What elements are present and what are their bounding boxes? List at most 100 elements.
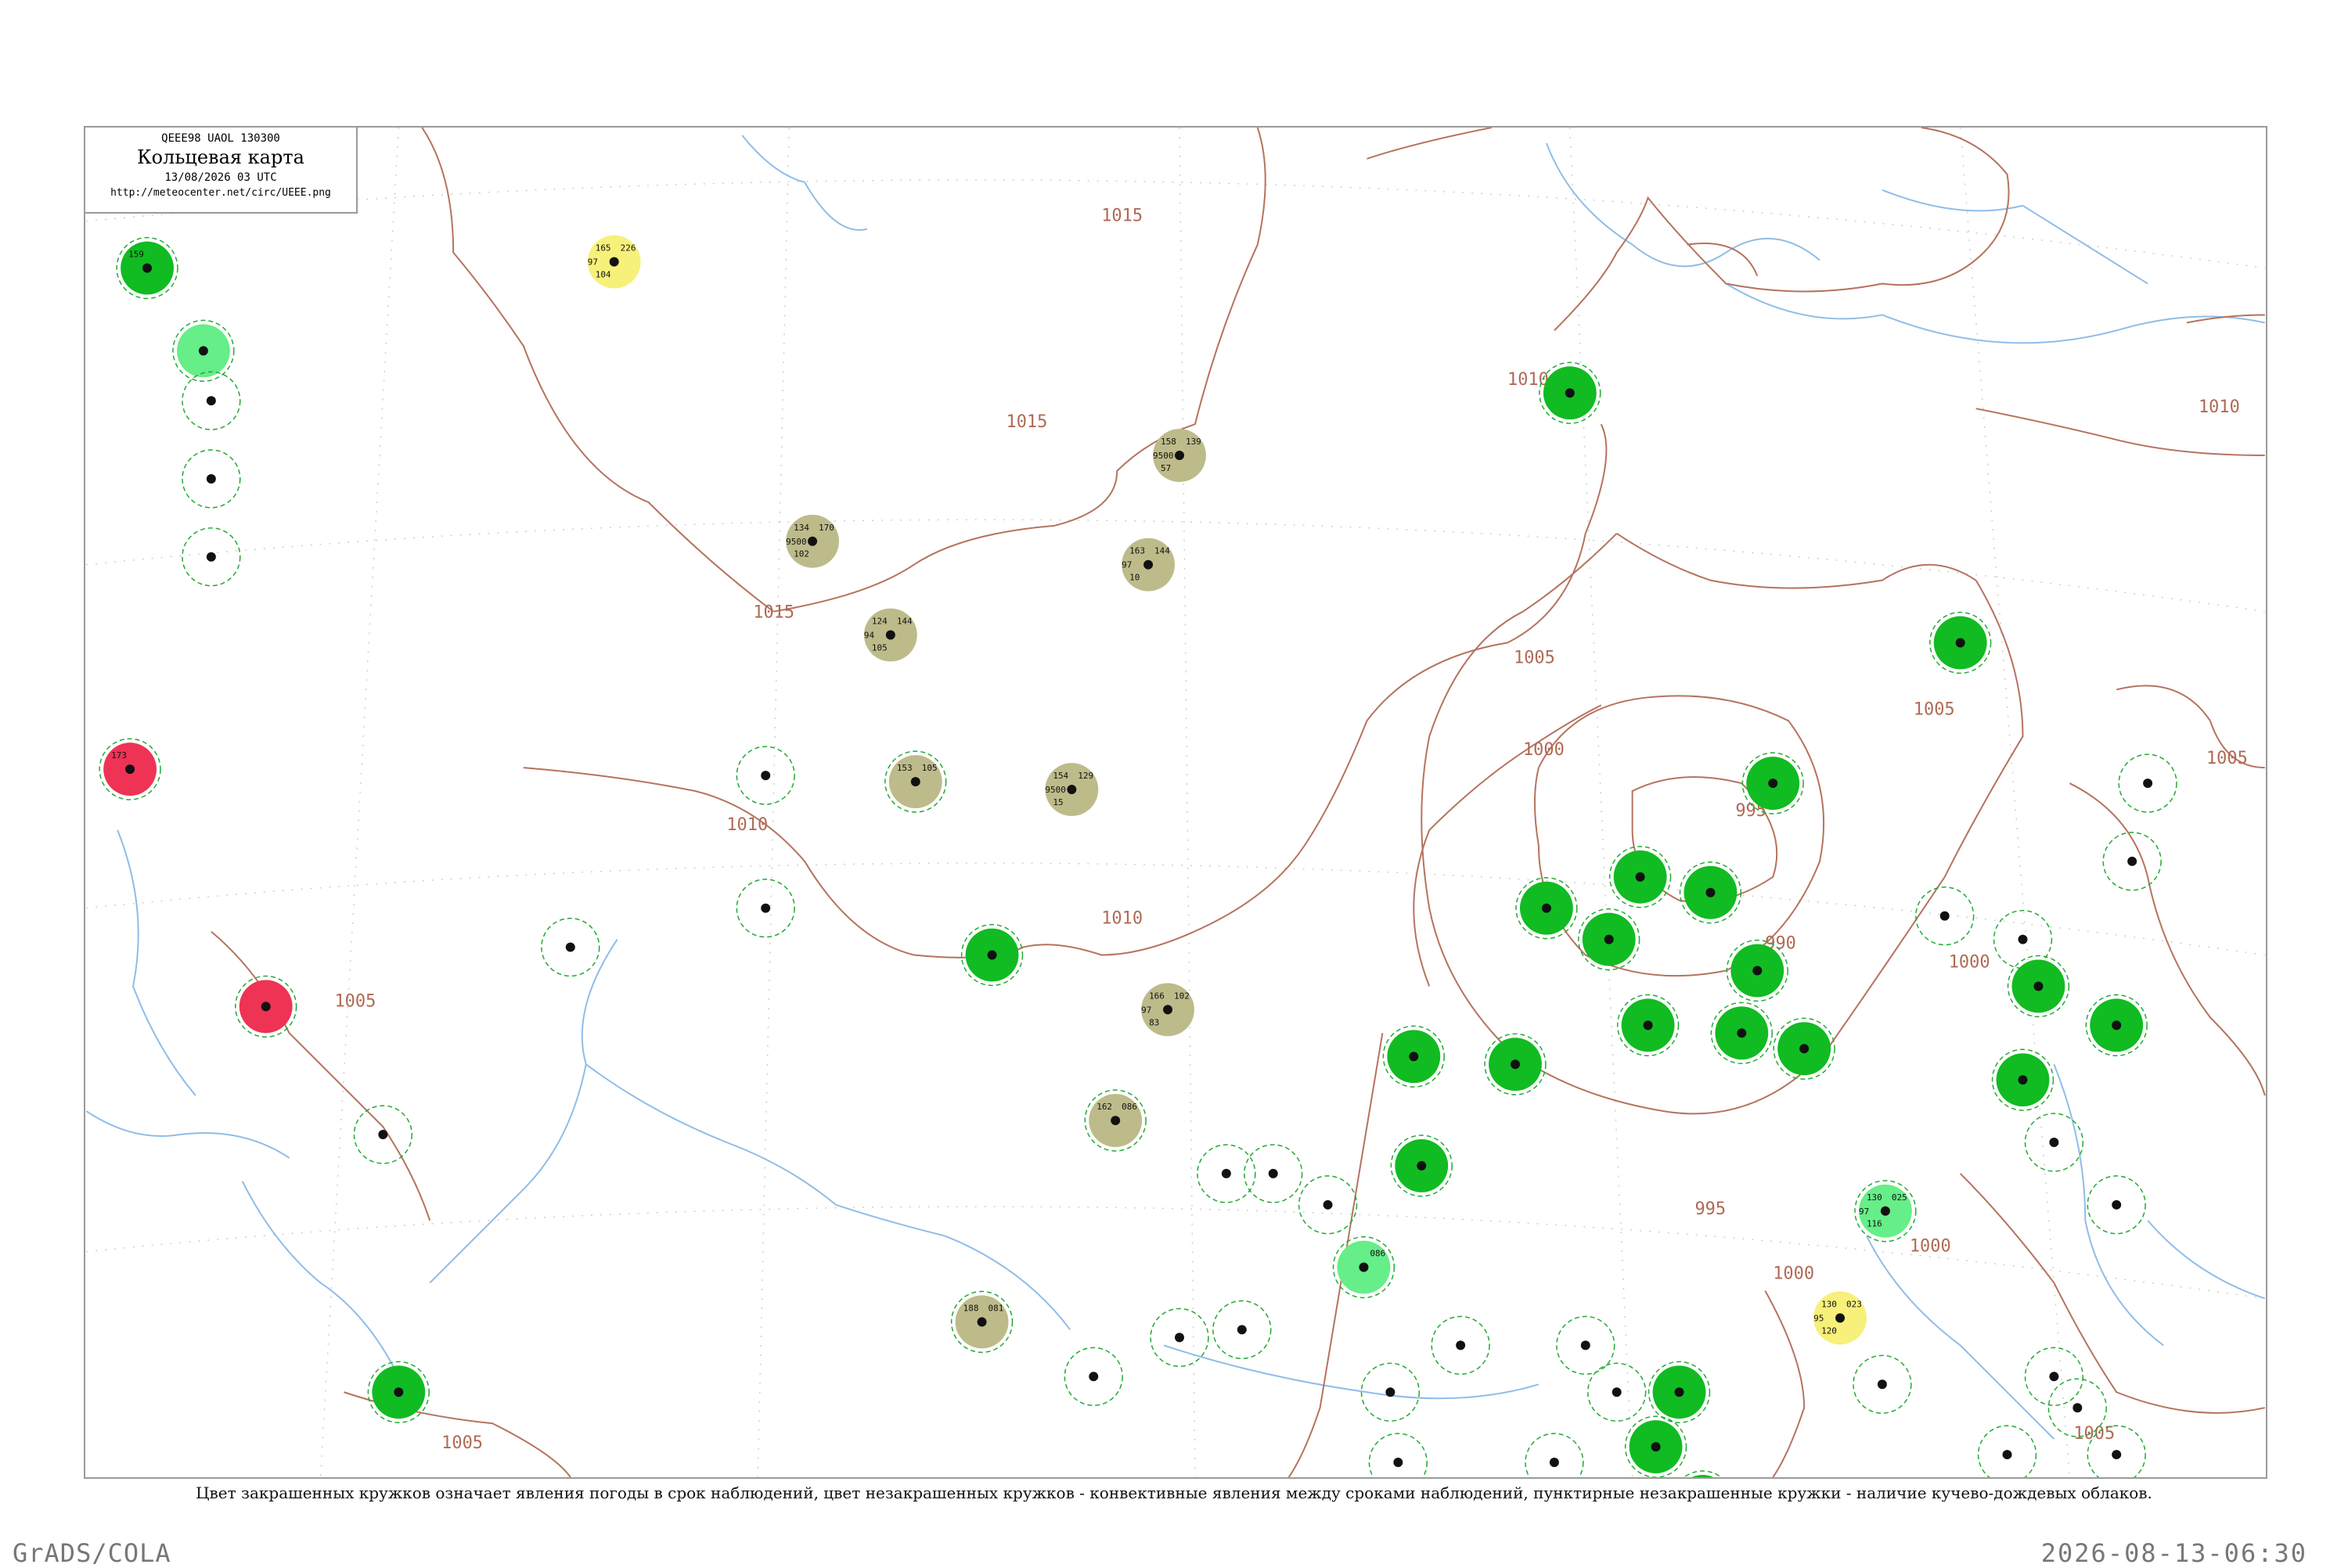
station-symbol [1549,1458,1559,1468]
station-pressure: 144 [1154,546,1170,556]
station-dewpoint: 104 [596,270,611,280]
station-symbol [1323,1199,1333,1210]
station-temp: 163 [1129,546,1145,556]
station-symbol [1417,1160,1427,1171]
station-pressure: 025 [1892,1192,1907,1203]
station-symbol [1163,1005,1173,1015]
station-dewpoint: 15 [1053,797,1063,807]
isobar-label: 1005 [2206,749,2248,768]
station-symbol [1067,785,1077,795]
station-pressure: 105 [922,763,938,773]
station-visibility: 9500 [1153,451,1173,461]
station-symbol [1877,1379,1887,1390]
station-symbol [2112,1020,2122,1030]
station-symbol [2112,1199,2122,1210]
station-circles: 159 173 165 97 226 104 134 9500 170 102 124 94 144 10… [99,235,2177,1477]
station-symbol [885,630,895,640]
isobar-label: 1000 [1949,953,1990,973]
station-visibility: 9500 [1045,785,1065,795]
station-symbol [609,257,619,267]
isobar-label: 1015 [1101,207,1143,226]
station-symbol [1835,1313,1846,1323]
station-symbol [261,1002,271,1012]
station-symbol [2018,1075,2028,1085]
station-temp: 134 [794,523,809,533]
station-symbol [2112,1450,2122,1460]
station-pressure: 226 [621,243,636,254]
station-temp: 162 [1097,1102,1112,1112]
station-symbol [1175,1332,1184,1343]
station-temp: 165 [596,243,611,254]
legend-caption: Цвет закрашенных кружков означает явлени… [196,1483,2152,1502]
map-title: Кольцевая карта [137,146,304,168]
station-symbol [1385,1387,1395,1397]
station-symbol [2033,981,2044,991]
station-dewpoint: 57 [1161,463,1171,473]
station-symbol [2002,1450,2012,1460]
station-symbol [1651,1442,1661,1452]
station-symbol [1604,934,1614,944]
station-dewpoint: 116 [1867,1219,1882,1229]
isobar-label: 1005 [441,1433,483,1453]
station-dewpoint: 120 [1821,1325,1837,1336]
station-visibility: 9500 [786,537,806,547]
station-pressure: 086 [1122,1102,1137,1112]
station-pressure: 086 [1370,1249,1385,1259]
station-symbol [1955,638,1965,648]
cb-cloud-ring [1525,1433,1584,1477]
station-symbol [2073,1403,2083,1413]
station-pressure: 081 [989,1303,1004,1313]
station-symbol [1511,1059,1520,1070]
station-visibility: 97 [1122,560,1132,570]
station-temp: 153 [897,763,913,773]
footer-software: GrADS/COLA [13,1538,171,1568]
station-pressure: 139 [1186,437,1201,447]
station-visibility: 95 [1813,1313,1824,1323]
map-date: 13/08/2026 03 UTC [164,171,277,184]
station-symbol [1752,966,1763,976]
station-temp: 130 [1821,1300,1837,1310]
station-symbol [1635,872,1645,882]
station-temp: 158 [1161,437,1176,447]
station-temp: 188 [963,1303,979,1313]
station-symbol [1541,903,1551,913]
isobars [211,128,2266,1477]
isobar-label: 1010 [1101,909,1143,929]
station-rain-circle [1691,1475,1714,1477]
station-symbol [1393,1458,1403,1468]
title-box: QEEE98 UAOL 130300 Кольцевая карта 13/08… [84,126,358,214]
station-symbol [761,771,771,781]
station-pressure: 170 [819,523,834,533]
footer-timestamp: 2026-08-13-06:30 [2040,1538,2307,1568]
bulletin-code: QEEE98 UAOL 130300 [161,132,280,145]
station-symbol [1221,1168,1231,1178]
station-symbol [378,1130,388,1140]
station-symbol [1089,1372,1099,1382]
station-symbol [1939,911,1950,921]
station-pressure: 144 [897,617,913,627]
station-symbol [1580,1340,1590,1350]
station-symbol [977,1317,987,1327]
station-symbol [1880,1206,1890,1216]
station-symbol [1705,887,1716,897]
cb-cloud-ring [1368,1433,1428,1477]
station-pressure: 129 [1078,771,1093,781]
station-symbol [2018,934,2028,944]
station-symbol [2049,1138,2059,1147]
station-symbol [206,473,216,484]
station-dewpoint: 102 [794,549,809,559]
station-symbol [2143,779,2153,789]
station-symbol [1143,559,1154,570]
station-symbol [987,950,997,960]
station-symbol [2049,1372,2059,1382]
station-temp: 124 [872,617,888,627]
station-symbol [1268,1168,1278,1178]
station-symbol [198,346,208,356]
station-symbol [394,1387,404,1397]
station-dewpoint: 83 [1149,1017,1159,1027]
isobar-labels: 1015 1015 1015 1010 1010 1010 1010 1005 … [334,207,2247,1453]
station-symbol [1409,1052,1419,1062]
station-pressure: 023 [1846,1300,1862,1310]
station-symbol [1175,451,1184,461]
isobar-label: 1010 [726,815,768,835]
